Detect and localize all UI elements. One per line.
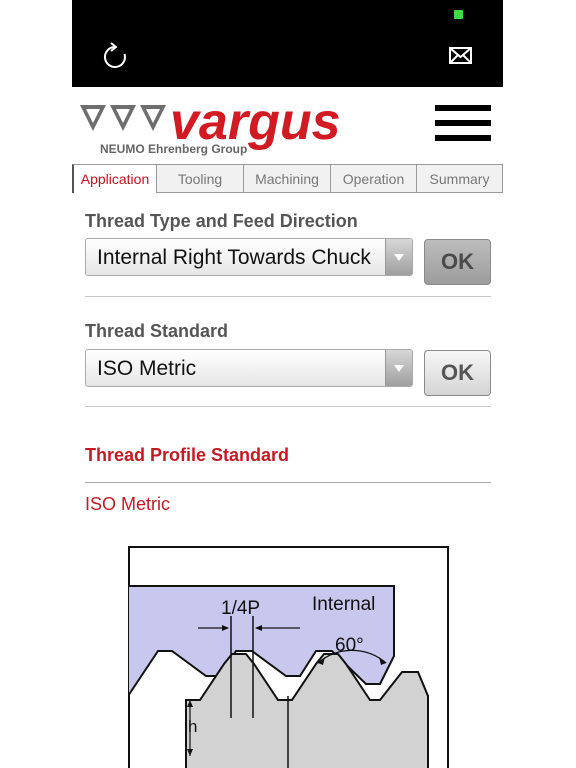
height-label: h	[188, 717, 197, 736]
refresh-button[interactable]	[102, 41, 128, 69]
tab-summary[interactable]: Summary	[417, 164, 503, 193]
thread-type-title: Thread Type and Feed Direction	[85, 211, 358, 231]
internal-label: Internal	[312, 594, 375, 615]
logo-graphic: vargus NEUMO Ehrenberg Group	[80, 93, 341, 156]
angle-label: 60°	[335, 635, 364, 656]
thread-standard-select[interactable]: ISO Metric	[85, 349, 413, 387]
status-indicator	[454, 10, 463, 19]
chevron-down-icon	[385, 239, 412, 275]
tab-tooling[interactable]: Tooling	[157, 164, 244, 193]
tab-operation[interactable]: Operation	[331, 164, 417, 193]
thread-type-select[interactable]: Internal Right Towards Chuck	[85, 238, 413, 276]
thread-profile-graphic: 1/4P Internal 60° h	[127, 546, 449, 768]
tab-application[interactable]: Application	[72, 164, 157, 193]
thread-standard-value: ISO Metric	[97, 357, 197, 380]
thread-profile-diagram: 1/4P Internal 60° h	[127, 546, 449, 768]
profile-standard-value: ISO Metric	[85, 494, 171, 514]
step-tabs: Application Tooling Machining Operation …	[72, 164, 503, 193]
app-frame: vargus NEUMO Ehrenberg Group Application…	[72, 0, 503, 768]
right-margin	[503, 0, 576, 768]
left-margin	[0, 0, 72, 768]
mail-icon	[449, 47, 472, 64]
divider	[85, 406, 491, 407]
divider	[85, 296, 491, 297]
hamburger-bar	[435, 120, 491, 126]
pitch-label: 1/4P	[221, 598, 260, 619]
hamburger-bar	[435, 135, 491, 141]
top-toolbar	[72, 0, 503, 87]
divider	[85, 482, 491, 483]
mail-button[interactable]	[448, 45, 474, 67]
chevron-down-icon	[385, 350, 412, 386]
hamburger-menu-icon	[435, 105, 491, 111]
vargus-logo: vargus NEUMO Ehrenberg Group	[80, 93, 380, 159]
thread-standard-title: Thread Standard	[85, 321, 229, 341]
refresh-icon	[103, 42, 126, 68]
menu-button[interactable]	[435, 105, 491, 143]
logo-subtitle: NEUMO Ehrenberg Group	[100, 142, 247, 156]
thread-standard-ok-button[interactable]: OK	[424, 350, 491, 396]
thread-type-value: Internal Right Towards Chuck	[97, 246, 371, 269]
thread-type-ok-button[interactable]: OK	[424, 239, 491, 285]
app-header: vargus NEUMO Ehrenberg Group	[72, 87, 503, 165]
profile-standard-title: Thread Profile Standard	[85, 445, 290, 465]
tab-machining[interactable]: Machining	[244, 164, 331, 193]
